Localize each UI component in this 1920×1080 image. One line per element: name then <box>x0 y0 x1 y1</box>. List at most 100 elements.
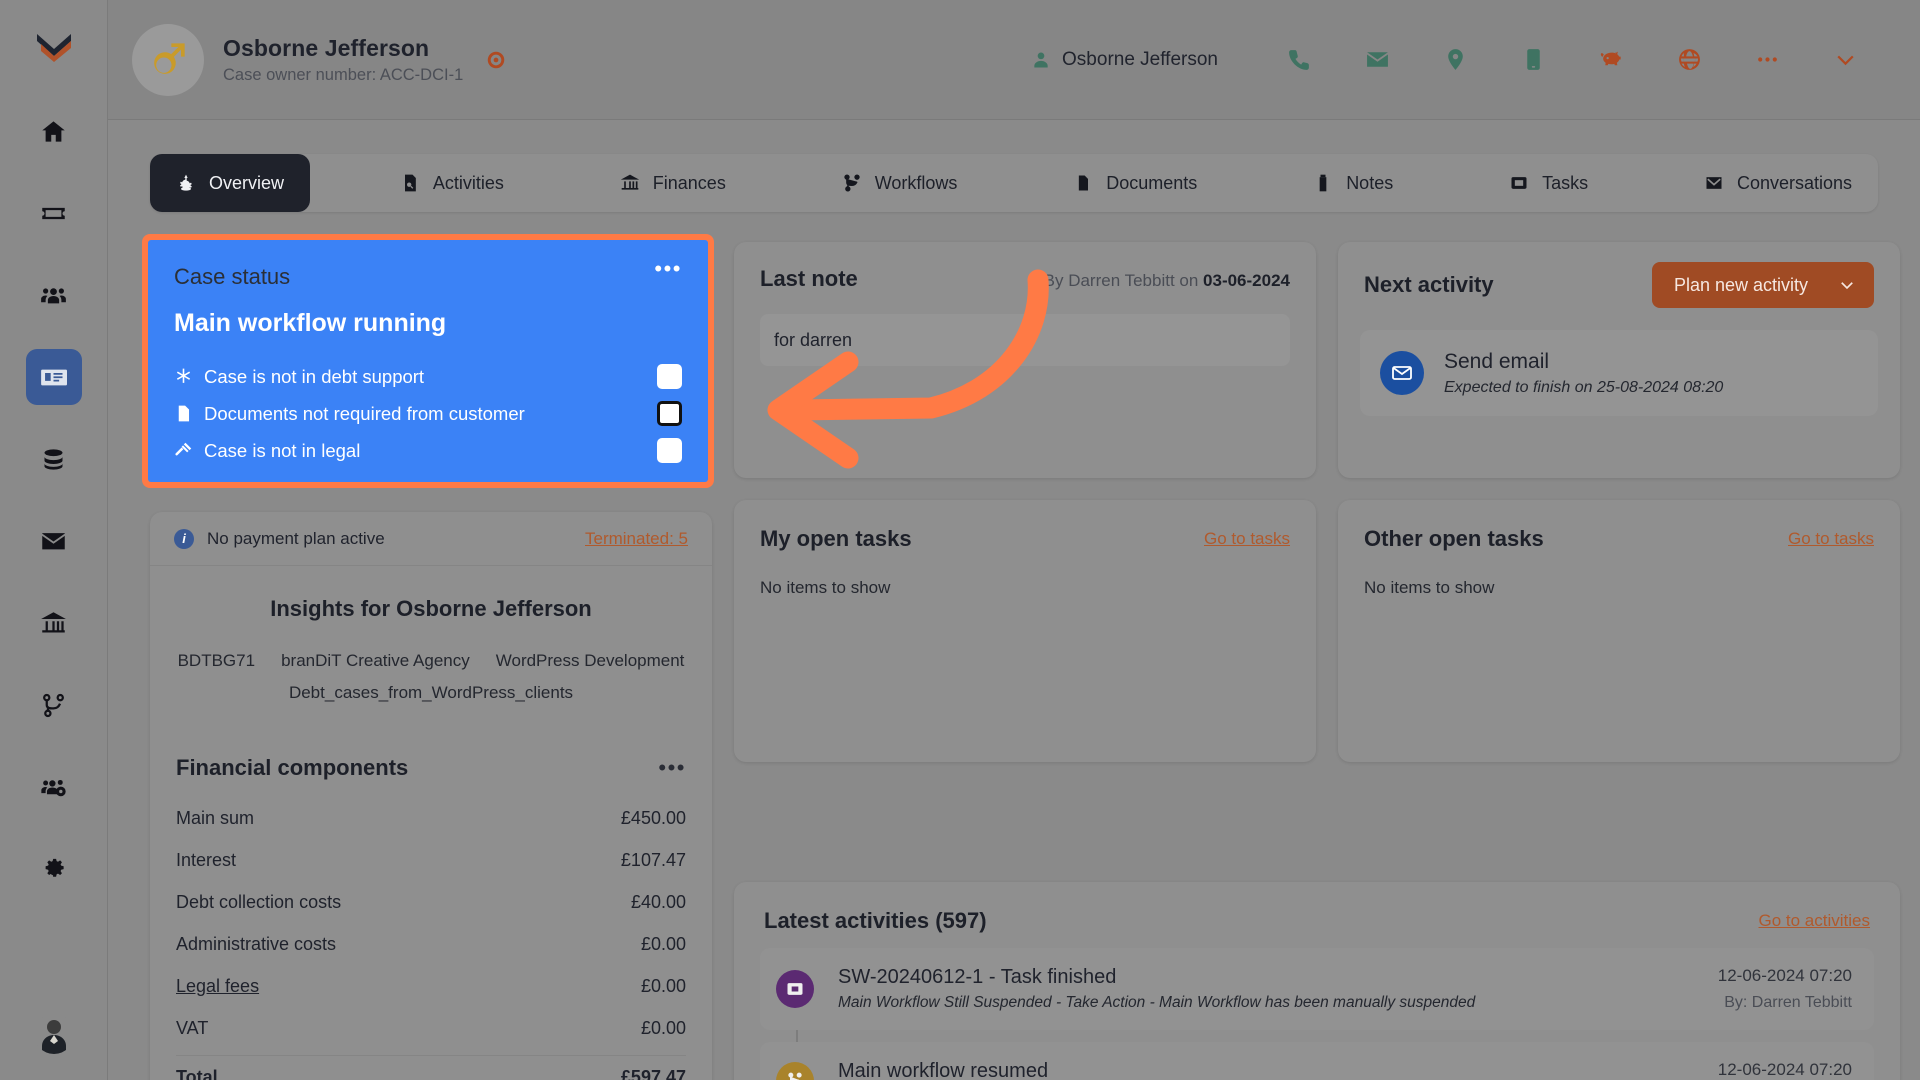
envelope-icon[interactable] <box>1338 47 1416 72</box>
case-header: Osborne Jefferson Case owner number: ACC… <box>108 0 1920 120</box>
financial-row: VAT £0.00 <box>176 1007 686 1049</box>
case-status-highlight-border: Case status ••• Main workflow running Ca… <box>142 234 714 488</box>
financial-row-label: Interest <box>176 850 236 871</box>
latest-activities-list: SW-20240612-1 - Task finished Main Workf… <box>734 934 1900 1080</box>
financial-row: Legal fees £0.00 <box>176 965 686 1007</box>
case-status-rows: Case is not in debt support Documents no… <box>174 358 682 469</box>
financial-row-label: Debt collection costs <box>176 892 341 913</box>
financial-row-value: £0.00 <box>641 976 686 997</box>
list-item[interactable]: SW-20240612-1 - Task finished Main Workf… <box>760 948 1874 1030</box>
go-to-tasks-link[interactable]: Go to tasks <box>1788 529 1874 549</box>
case-status-checkbox[interactable] <box>657 438 682 463</box>
tab-overview[interactable]: Overview <box>150 154 310 212</box>
financial-row-label: Main sum <box>176 808 254 829</box>
highlight-arrow <box>716 262 1056 477</box>
list-item[interactable]: Main workflow resumed 12-06-2024 07:20 B… <box>760 1042 1874 1080</box>
info-icon: i <box>174 529 194 549</box>
case-status-row-label: Case is not in legal <box>204 440 360 462</box>
chevron-down-icon <box>1838 276 1856 294</box>
case-status-label: Case status <box>174 264 290 290</box>
case-identity: Osborne Jefferson Case owner number: ACC… <box>223 35 463 85</box>
latest-activities-title: Latest activities (597) <box>764 908 987 934</box>
case-status-row: Case is not in legal <box>174 432 682 469</box>
case-status-row-label: Case is not in debt support <box>204 366 424 388</box>
latest-activities-header: Latest activities (597) Go to activities <box>734 882 1900 934</box>
case-status-checkbox-focused[interactable] <box>657 401 682 426</box>
other-open-tasks-title: Other open tasks <box>1364 526 1544 552</box>
tab-tasks[interactable]: Tasks <box>1483 154 1614 212</box>
case-status-checkbox[interactable] <box>657 364 682 389</box>
latest-activities-card: Latest activities (597) Go to activities… <box>734 882 1900 1080</box>
sidebar-item-cases[interactable] <box>26 349 82 405</box>
location-pin-icon[interactable] <box>1416 47 1494 72</box>
insight-tag: branDiT Creative Agency <box>281 648 470 674</box>
go-to-activities-link[interactable]: Go to activities <box>1759 911 1871 931</box>
plan-new-activity-label: Plan new activity <box>1674 275 1808 296</box>
sidebar-item-home[interactable] <box>26 103 82 159</box>
activity-time: 12-06-2024 07:20 <box>1718 1060 1852 1080</box>
insight-tag: BDTBG71 <box>178 648 255 674</box>
page-title: Osborne Jefferson <box>223 35 463 62</box>
plan-new-activity-button[interactable]: Plan new activity <box>1652 262 1874 308</box>
tab-finances[interactable]: Finances <box>594 154 752 212</box>
tab-workflows[interactable]: Workflows <box>816 154 984 212</box>
legal-fees-link[interactable]: Legal fees <box>176 976 259 997</box>
financial-row: Debt collection costs £40.00 <box>176 881 686 923</box>
case-status-header: Case status ••• <box>174 264 682 290</box>
activity-time: 12-06-2024 07:20 <box>1718 966 1852 986</box>
go-to-tasks-link[interactable]: Go to tasks <box>1204 529 1290 549</box>
financial-total-label: Total <box>176 1067 218 1080</box>
tab-label: Workflows <box>875 173 958 194</box>
tab-label: Conversations <box>1737 173 1852 194</box>
phone-icon[interactable] <box>1260 47 1338 72</box>
last-note-author: By Darren Tebbitt on <box>1044 271 1203 290</box>
financial-row-value: £450.00 <box>621 808 686 829</box>
ellipsis-icon[interactable]: ••• <box>654 264 682 274</box>
activity-title: SW-20240612-1 - Task finished <box>838 966 1852 989</box>
next-activity-item[interactable]: Send email Expected to finish on 25-08-2… <box>1360 330 1878 416</box>
ellipsis-icon[interactable] <box>1728 47 1806 72</box>
case-tabs: Overview Activities Finances Workflows D… <box>150 154 1878 212</box>
chevron-down-icon[interactable] <box>1806 47 1884 72</box>
globe-icon[interactable] <box>1650 47 1728 72</box>
eye-icon[interactable] <box>485 49 507 71</box>
financial-total-value: £597.47 <box>621 1067 686 1080</box>
sidebar-item-tickets[interactable] <box>26 185 82 241</box>
sidebar-item-teams[interactable] <box>26 759 82 815</box>
tab-label: Activities <box>433 173 504 194</box>
tab-label: Notes <box>1346 173 1393 194</box>
financial-components-header: Financial components ••• <box>150 731 712 787</box>
mobile-phone-icon[interactable] <box>1494 47 1572 72</box>
case-owner-chip[interactable]: Osborne Jefferson <box>1031 49 1218 71</box>
sidebar-item-people[interactable] <box>26 267 82 323</box>
document-icon <box>174 404 204 423</box>
financial-row-value: £40.00 <box>631 892 686 913</box>
sidebar-item-settings[interactable] <box>26 841 82 897</box>
male-gender-icon <box>132 24 204 96</box>
case-status-card: Case status ••• Main workflow running Ca… <box>148 240 708 482</box>
other-open-tasks-card: Other open tasks Go to tasks No items to… <box>1338 500 1900 762</box>
sidebar-item-database[interactable] <box>26 431 82 487</box>
tab-documents[interactable]: Documents <box>1047 154 1223 212</box>
header-actions: Osborne Jefferson <box>1031 47 1920 72</box>
insight-tag: Debt_cases_from_WordPress_clients <box>289 680 573 706</box>
tab-label: Documents <box>1106 173 1197 194</box>
tab-notes[interactable]: Notes <box>1287 154 1419 212</box>
sidebar-item-finances[interactable] <box>26 595 82 651</box>
sidebar-item-mail[interactable] <box>26 513 82 569</box>
insights-section: Insights for Osborne Jefferson BDTBG71 b… <box>150 566 712 731</box>
person-icon <box>1031 50 1051 70</box>
ellipsis-icon[interactable]: ••• <box>658 762 686 774</box>
tab-activities[interactable]: Activities <box>374 154 530 212</box>
last-note-date: 03-06-2024 <box>1203 271 1290 290</box>
piggy-bank-icon[interactable] <box>1572 47 1650 72</box>
app-logo[interactable] <box>31 22 77 68</box>
case-status-row: Documents not required from customer <box>174 395 682 432</box>
case-status-row-label: Documents not required from customer <box>204 403 525 425</box>
tab-conversations[interactable]: Conversations <box>1678 154 1878 212</box>
terminated-link[interactable]: Terminated: 5 <box>585 529 688 549</box>
sidebar-item-workflows[interactable] <box>26 677 82 733</box>
user-avatar[interactable] <box>34 1014 74 1054</box>
payment-plan-text: No payment plan active <box>207 529 385 549</box>
task-icon <box>776 970 814 1008</box>
